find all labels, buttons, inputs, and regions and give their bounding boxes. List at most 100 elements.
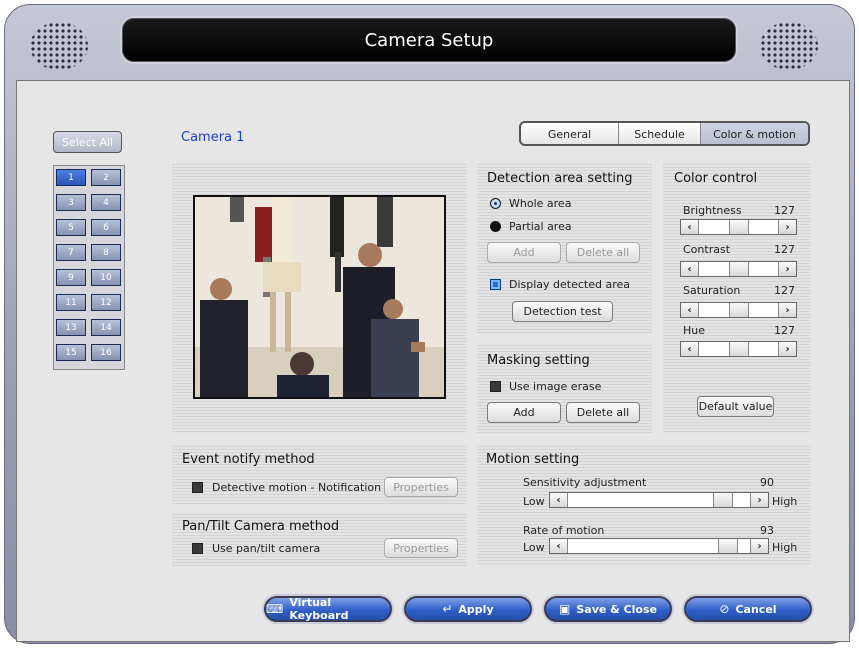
camera-button-15[interactable]: 15 (56, 344, 86, 361)
speaker-grille-left (30, 22, 88, 70)
chevron-right-icon[interactable]: › (778, 220, 796, 234)
chevron-left-icon[interactable]: ‹ (550, 493, 568, 507)
rate-high-label: High (772, 541, 798, 554)
slider-thumb[interactable] (718, 539, 738, 553)
rate-value: 93 (760, 524, 774, 537)
chevron-right-icon[interactable]: › (778, 262, 796, 276)
camera-button-16[interactable]: 16 (91, 344, 121, 361)
detective-motion-checkbox[interactable] (192, 482, 203, 493)
pantilt-properties-button[interactable]: Properties (384, 538, 458, 558)
brightness-slider[interactable]: ‹ › (680, 219, 797, 235)
detection-test-button[interactable]: Detection test (512, 301, 613, 322)
saturation-label: Saturation (683, 284, 741, 297)
camera-button-3[interactable]: 3 (56, 194, 86, 211)
color-control-panel (663, 162, 811, 434)
chevron-left-icon[interactable]: ‹ (681, 342, 699, 356)
masking-title: Masking setting (487, 353, 590, 368)
camera-button-6[interactable]: 6 (91, 219, 121, 236)
detection-title: Detection area setting (487, 171, 633, 186)
cancel-icon: ⊘ (719, 602, 730, 616)
use-pantilt-checkbox[interactable] (192, 543, 203, 554)
contrast-value: 127 (774, 243, 795, 256)
camera-button-8[interactable]: 8 (91, 244, 121, 261)
virtual-keyboard-button[interactable]: ⌨ Virtual Keyboard (264, 596, 392, 622)
apply-label: Apply (458, 602, 494, 616)
slider-thumb[interactable] (713, 493, 733, 507)
rate-slider[interactable]: ‹ › (549, 538, 769, 554)
tab-general[interactable]: General (521, 123, 619, 144)
camera-preview-image (193, 195, 446, 399)
camera-button-7[interactable]: 7 (56, 244, 86, 261)
detection-add-button[interactable]: Add (487, 242, 561, 263)
chevron-right-icon[interactable]: › (750, 539, 768, 553)
slider-thumb[interactable] (729, 303, 749, 317)
sensitivity-value: 90 (760, 476, 774, 489)
camera-button-11[interactable]: 11 (56, 294, 86, 311)
camera-button-10[interactable]: 10 (91, 269, 121, 286)
masking-add-button[interactable]: Add (487, 402, 561, 423)
event-properties-button[interactable]: Properties (384, 477, 458, 497)
chevron-left-icon[interactable]: ‹ (550, 539, 568, 553)
detective-motion-label: Detective motion - Notification (212, 481, 382, 494)
use-image-erase-checkbox[interactable] (490, 381, 501, 392)
save-close-button[interactable]: ▣ Save & Close (544, 596, 672, 622)
speaker-grille-right (760, 22, 818, 70)
chevron-right-icon[interactable]: › (750, 493, 768, 507)
chevron-left-icon[interactable]: ‹ (681, 220, 699, 234)
window-title: Camera Setup (120, 16, 738, 64)
hue-label: Hue (683, 324, 706, 337)
slider-thumb[interactable] (729, 342, 749, 356)
camera-button-9[interactable]: 9 (56, 269, 86, 286)
sensitivity-slider[interactable]: ‹ › (549, 492, 769, 508)
tab-bar: General Schedule Color & motion (519, 121, 810, 146)
rate-label: Rate of motion (523, 524, 605, 537)
saturation-slider[interactable]: ‹ › (680, 302, 797, 318)
save-close-label: Save & Close (576, 602, 657, 616)
slider-thumb[interactable] (729, 262, 749, 276)
sensitivity-high-label: High (772, 495, 798, 508)
camera-name: Camera 1 (181, 130, 245, 145)
saturation-value: 127 (774, 284, 795, 297)
camera-button-1[interactable]: 1 (56, 169, 86, 186)
pantilt-title: Pan/Tilt Camera method (182, 519, 340, 534)
virtual-keyboard-label: Virtual Keyboard (289, 596, 349, 622)
chevron-right-icon[interactable]: › (778, 303, 796, 317)
masking-delete-all-button[interactable]: Delete all (566, 402, 640, 423)
brightness-label: Brightness (683, 204, 742, 217)
camera-button-14[interactable]: 14 (91, 319, 121, 336)
detection-delete-all-button[interactable]: Delete all (566, 242, 640, 263)
tab-color-motion[interactable]: Color & motion (701, 123, 808, 144)
display-detected-checkbox[interactable] (490, 279, 501, 290)
select-all-button[interactable]: Select All (53, 131, 122, 153)
color-control-title: Color control (674, 171, 758, 186)
rate-low-label: Low (523, 541, 545, 554)
event-notify-title: Event notify method (182, 452, 315, 467)
hue-slider[interactable]: ‹ › (680, 341, 797, 357)
display-detected-label: Display detected area (509, 278, 631, 291)
sensitivity-low-label: Low (523, 495, 545, 508)
default-value-button[interactable]: Default value (697, 396, 774, 417)
use-image-erase-label: Use image erase (509, 380, 602, 393)
apply-button[interactable]: ↵ Apply (404, 596, 532, 622)
motion-title: Motion setting (486, 452, 580, 467)
chevron-left-icon[interactable]: ‹ (681, 303, 699, 317)
tab-schedule[interactable]: Schedule (619, 123, 701, 144)
camera-button-12[interactable]: 12 (91, 294, 121, 311)
use-pantilt-label: Use pan/tilt camera (212, 542, 321, 555)
camera-button-4[interactable]: 4 (91, 194, 121, 211)
slider-thumb[interactable] (729, 220, 749, 234)
hue-value: 127 (774, 324, 795, 337)
keyboard-icon: ⌨ (266, 602, 284, 616)
camera-button-2[interactable]: 2 (91, 169, 121, 186)
chevron-left-icon[interactable]: ‹ (681, 262, 699, 276)
cancel-button[interactable]: ⊘ Cancel (684, 596, 812, 622)
floppy-disk-icon: ▣ (559, 602, 571, 616)
enter-arrow-icon: ↵ (442, 602, 453, 616)
contrast-label: Contrast (683, 243, 731, 256)
camera-button-5[interactable]: 5 (56, 219, 86, 236)
chevron-right-icon[interactable]: › (778, 342, 796, 356)
contrast-slider[interactable]: ‹ › (680, 261, 797, 277)
whole-area-radio[interactable] (490, 198, 501, 209)
camera-button-13[interactable]: 13 (56, 319, 86, 336)
partial-area-radio[interactable] (490, 221, 501, 232)
